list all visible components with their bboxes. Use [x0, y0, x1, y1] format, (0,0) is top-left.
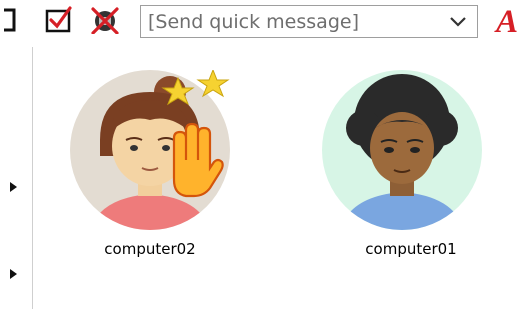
- no-screen-icon[interactable]: [88, 6, 122, 34]
- quick-message-combo[interactable]: [140, 5, 478, 38]
- participant-name: computer02: [104, 240, 196, 258]
- expand-arrow-icon[interactable]: [9, 268, 18, 280]
- participant-computer01[interactable]: computer01: [322, 70, 502, 270]
- participant-name: computer01: [365, 240, 457, 258]
- boy-avatar-icon: [322, 70, 482, 230]
- partial-icon[interactable]: [0, 6, 22, 34]
- expand-arrow-icon[interactable]: [9, 181, 18, 193]
- chevron-down-icon[interactable]: [449, 15, 467, 29]
- toolbar: A: [0, 0, 526, 47]
- classroom-window: A: [0, 0, 526, 309]
- participant-computer02[interactable]: computer02: [60, 70, 240, 270]
- check-box-icon[interactable]: [44, 6, 74, 34]
- font-button[interactable]: A: [488, 2, 526, 42]
- quick-message-input[interactable]: [141, 6, 441, 37]
- left-gutter: [0, 47, 33, 309]
- girl-avatar-icon: [70, 70, 230, 230]
